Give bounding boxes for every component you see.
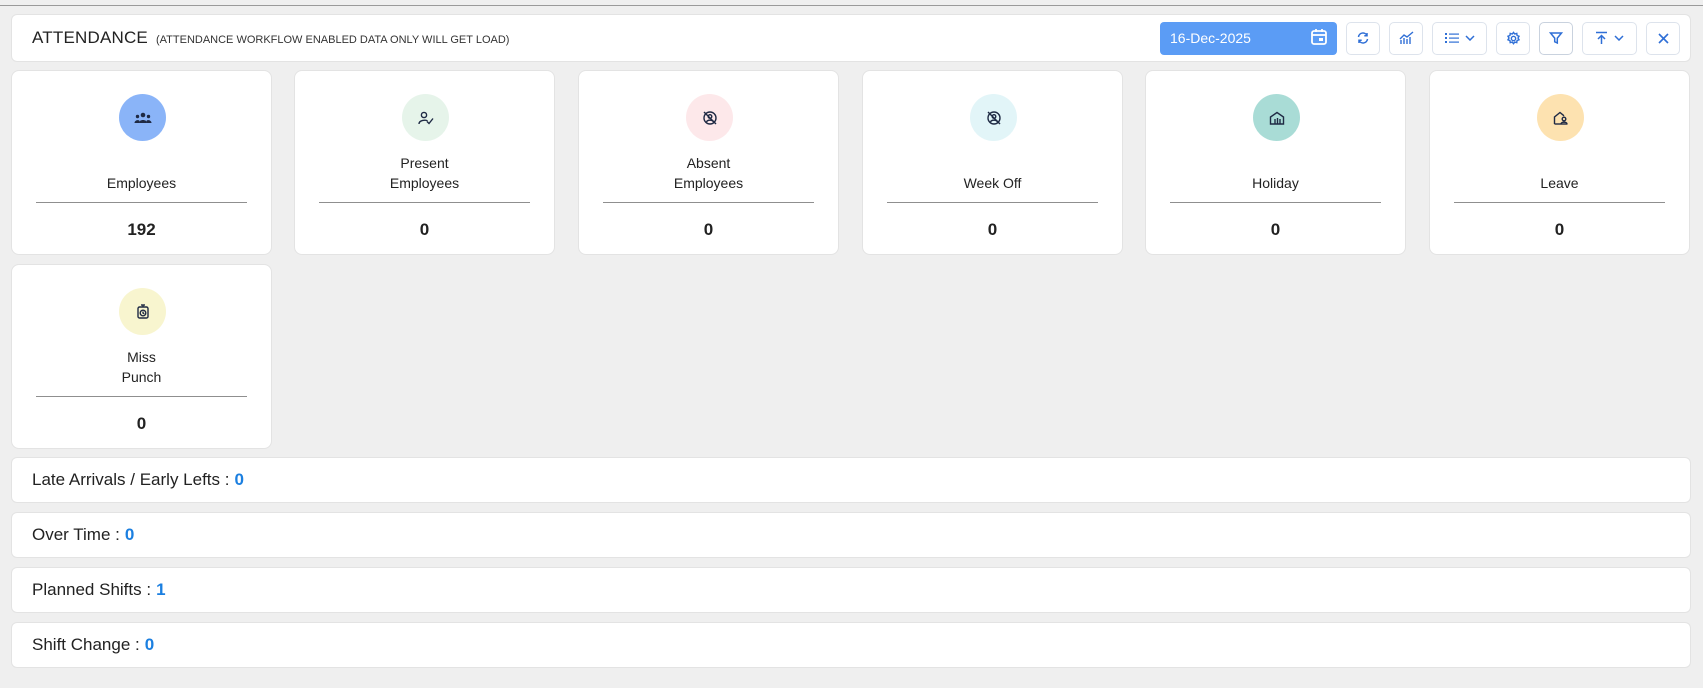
row-label: Late Arrivals / Early Lefts : (32, 470, 230, 489)
settings-icon (1506, 30, 1521, 46)
row-value[interactable]: 0 (234, 470, 243, 490)
card-label: Miss Punch (121, 349, 162, 385)
card-divider (887, 202, 1098, 203)
card-divider (1454, 202, 1665, 203)
card-label: Absent Employees (673, 155, 744, 191)
chevron-down-icon (1614, 35, 1624, 41)
present-icon (402, 94, 449, 141)
refresh-button[interactable] (1346, 21, 1380, 55)
miss-punch-icon (119, 288, 166, 335)
card-present-employees[interactable]: Present Employees 0 (294, 70, 555, 255)
card-divider (319, 202, 530, 203)
card-holiday[interactable]: Holiday 0 (1145, 70, 1406, 255)
filter-icon (1549, 31, 1563, 45)
card-divider (36, 396, 247, 397)
refresh-icon (1356, 31, 1370, 45)
card-value: 0 (1270, 220, 1281, 239)
settings-button[interactable] (1496, 21, 1530, 55)
chart-button[interactable] (1389, 21, 1423, 55)
employees-icon (119, 94, 166, 141)
date-value: 16-Dec-2025 (1170, 30, 1251, 46)
card-miss-punch[interactable]: Miss Punch 0 (11, 264, 272, 449)
list-view-icon (1444, 32, 1459, 44)
card-divider (603, 202, 814, 203)
card-label: Week Off (963, 175, 1022, 191)
page-title: ATTENDANCE (32, 28, 148, 47)
card-week-off[interactable]: Week Off 0 (862, 70, 1123, 255)
card-value: 192 (127, 220, 156, 239)
holiday-icon (1253, 94, 1300, 141)
card-divider (36, 202, 247, 203)
card-value: 0 (1554, 220, 1565, 239)
row-value[interactable]: 0 (125, 525, 134, 545)
card-employees[interactable]: Employees 192 (11, 70, 272, 255)
row-label: Planned Shifts : (32, 580, 152, 599)
card-absent-employees[interactable]: Absent Employees 0 (578, 70, 839, 255)
filter-button[interactable] (1539, 21, 1573, 55)
absent-icon (686, 94, 733, 141)
row-label: Shift Change : (32, 635, 140, 654)
card-label: Employees (106, 175, 177, 191)
card-label: Present Employees (389, 155, 460, 191)
date-picker[interactable]: 16-Dec-2025 (1160, 21, 1337, 55)
card-label: Leave (1540, 175, 1579, 191)
close-icon (1657, 32, 1669, 44)
close-button[interactable] (1646, 21, 1680, 55)
card-value: 0 (419, 220, 430, 239)
leave-icon (1537, 94, 1584, 141)
attendance-header: ATTENDANCE (ATTENDANCE WORKFLOW ENABLED … (11, 14, 1691, 62)
card-leave[interactable]: Leave 0 (1429, 70, 1690, 255)
list-view-dropdown[interactable] (1432, 21, 1487, 55)
export-dropdown[interactable] (1582, 21, 1637, 55)
card-value: 0 (703, 220, 714, 239)
export-icon (1595, 31, 1608, 45)
shift-change-row[interactable]: Shift Change : 0 (11, 622, 1691, 668)
row-value[interactable]: 0 (145, 635, 154, 655)
card-label: Holiday (1252, 175, 1299, 191)
row-label: Over Time : (32, 525, 120, 544)
card-divider (1170, 202, 1381, 203)
planned-shifts-row[interactable]: Planned Shifts : 1 (11, 567, 1691, 613)
chart-icon (1399, 31, 1414, 45)
toolbar: 16-Dec-2025 (1160, 21, 1680, 55)
row-value[interactable]: 1 (156, 580, 165, 600)
week-off-icon (970, 94, 1017, 141)
page-subtitle: (ATTENDANCE WORKFLOW ENABLED DATA ONLY W… (155, 33, 510, 46)
over-time-row[interactable]: Over Time : 0 (11, 512, 1691, 558)
card-value: 0 (136, 414, 147, 433)
card-value: 0 (987, 220, 998, 239)
late-arrivals-row[interactable]: Late Arrivals / Early Lefts : 0 (11, 457, 1691, 503)
top-divider (0, 5, 1703, 6)
chevron-down-icon (1464, 35, 1475, 41)
calendar-icon[interactable] (1309, 27, 1329, 50)
